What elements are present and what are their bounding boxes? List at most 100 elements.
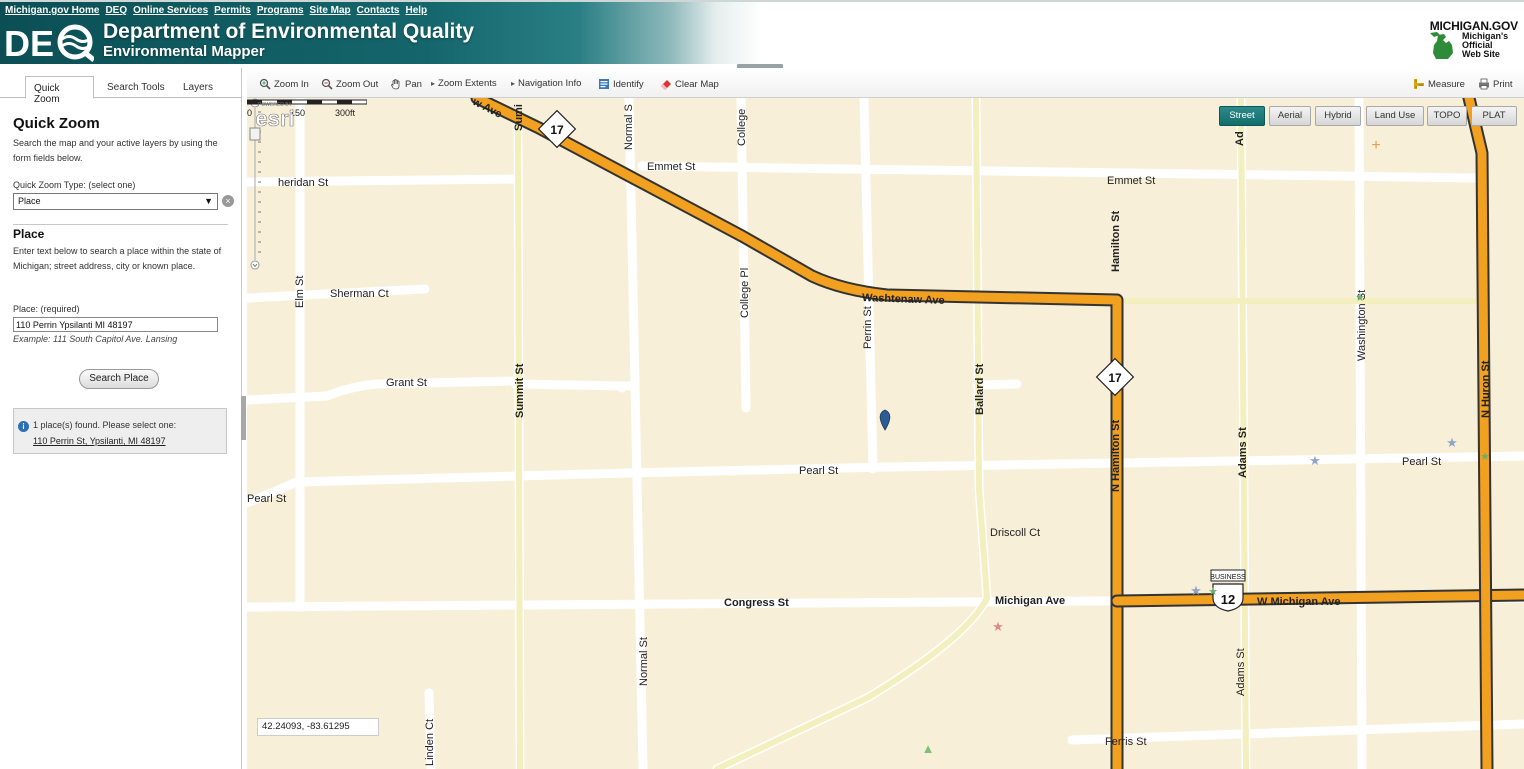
street-label: Linden Ct	[424, 719, 436, 766]
nav-permits[interactable]: Permits	[214, 5, 251, 16]
street-label: Emmet St	[647, 161, 695, 173]
place-example: Example: 111 South Capitol Ave. Lansing	[13, 334, 178, 344]
page-subtitle: Environmental Mapper	[103, 43, 265, 60]
nav-programs[interactable]: Programs	[257, 5, 304, 16]
star-green-icon: ★	[1480, 451, 1490, 463]
crosshair-icon: +	[1371, 137, 1380, 154]
michigan-gov-logo[interactable]: MICHIGAN.GOV Michigan's Official Web Sit…	[1426, 17, 1518, 63]
star-red-icon: ★	[992, 619, 1004, 634]
official-site-text: Michigan's Official Web Site	[1462, 31, 1509, 59]
map-toolbar: Zoom In Zoom Out Pan ▸ Zoom Extents ▸ Na…	[247, 68, 1524, 98]
arrow-right-icon: ▸	[431, 79, 436, 88]
street-label: Pearl St	[1402, 456, 1441, 468]
michigan-mitten-icon	[1430, 32, 1453, 59]
street-label: N Huron St	[1480, 360, 1492, 418]
quick-zoom-title: Quick Zoom	[13, 115, 100, 132]
street-label: Ad	[1234, 131, 1246, 146]
street-label: College Pl	[739, 268, 751, 318]
scale-label: 300ft	[335, 108, 356, 118]
quick-zoom-type-value: Place	[18, 196, 41, 206]
esri-attribution-logo[interactable]: POWERED BY esri	[247, 98, 303, 130]
svg-text:DE: DE	[4, 23, 54, 62]
location-pin-icon[interactable]	[879, 409, 891, 431]
svg-text:17: 17	[1108, 371, 1122, 385]
maptype-aerial-button[interactable]: Aerial	[1269, 106, 1311, 126]
maptype-land-use-button[interactable]: Land Use	[1366, 106, 1424, 126]
zoom-out-button[interactable]: Zoom Out	[321, 78, 378, 90]
clear-map-button[interactable]: Clear Map	[660, 78, 719, 90]
clear-icon[interactable]: ×	[222, 195, 234, 207]
street-label: Pearl St	[247, 493, 286, 505]
panel-tabs: Quick Zoom Search Tools Layers	[0, 74, 242, 105]
street-label: N Hamilton St	[1110, 420, 1122, 492]
street-label: W Michigan Ave	[1257, 596, 1341, 608]
street-label: Washtenaw Ave	[862, 292, 945, 307]
arrow-right-icon: ▸	[511, 79, 516, 88]
tab-quick-zoom[interactable]: Quick Zoom	[25, 76, 94, 105]
search-place-button[interactable]: Search Place	[79, 369, 159, 389]
star-blue-icon: ★	[1309, 453, 1321, 468]
pan-button[interactable]: Pan	[390, 78, 422, 90]
street-label: Ferris St	[1105, 736, 1147, 748]
top-nav: Michigan.gov Home DEQ Online Services Pe…	[5, 5, 427, 16]
maptype-plat-button[interactable]: PLAT	[1471, 106, 1517, 126]
street-label: Perrin St	[862, 306, 874, 349]
maptype-hybrid-button[interactable]: Hybrid	[1315, 106, 1361, 126]
maptype-topo-button[interactable]: TOPO	[1427, 106, 1467, 126]
identify-icon	[599, 79, 609, 89]
dropdown-arrow-icon: ▼	[204, 196, 213, 206]
map-view[interactable]: 17 17 BUSINESS 12 w Ave Sumi Normal S Co…	[247, 98, 1524, 769]
zoom-extents-button[interactable]: ▸ Zoom Extents	[431, 78, 497, 89]
printer-icon	[1479, 78, 1489, 90]
left-panel: Quick Zoom Search Tools Layers Quick Zoo…	[0, 68, 242, 769]
svg-text:17: 17	[550, 123, 564, 137]
maptype-street-button[interactable]: Street	[1219, 106, 1265, 126]
quick-zoom-type-select[interactable]: Place ▼	[13, 193, 218, 210]
street-label: Elm St	[294, 276, 306, 308]
nav-michigan-gov-home[interactable]: Michigan.gov Home	[5, 5, 99, 16]
nav-site-map[interactable]: Site Map	[310, 5, 351, 16]
place-label: Place: (required)	[13, 304, 80, 314]
street-label: Michigan Ave	[995, 595, 1065, 607]
esri-wordmark: esri	[255, 106, 294, 130]
nav-online-services[interactable]: Online Services	[133, 5, 208, 16]
street-map[interactable]: 17 17 BUSINESS 12 w Ave Sumi Normal S Co…	[247, 98, 1524, 769]
place-input[interactable]	[13, 317, 218, 332]
divider	[13, 224, 228, 225]
result-link[interactable]: 110 Perrin St, Ypsilanti, MI 48197	[33, 436, 166, 446]
coordinate-readout: 42.24093, -83.61295	[257, 718, 379, 736]
star-blue-icon: ★	[1446, 435, 1458, 450]
tab-layers[interactable]: Layers	[175, 76, 221, 99]
measure-button[interactable]: Measure	[1413, 78, 1465, 90]
site-header: Michigan.gov Home DEQ Online Services Pe…	[0, 0, 1524, 64]
minor-streets	[247, 98, 1524, 769]
nav-contacts[interactable]: Contacts	[357, 5, 400, 16]
street-label: College	[736, 109, 748, 146]
street-label: Sherman Ct	[330, 288, 389, 300]
svg-text:BUSINESS: BUSINESS	[1210, 574, 1246, 581]
deq-logo[interactable]: DE	[4, 22, 94, 62]
star-blue-icon: ★	[1190, 583, 1202, 598]
street-label: Congress St	[724, 597, 789, 609]
identify-button[interactable]: Identify	[598, 78, 644, 90]
zoom-out-icon	[321, 78, 333, 90]
panel-splitter[interactable]	[241, 396, 246, 440]
route-17-shield-b: 17	[1095, 357, 1135, 397]
street-label: heridan St	[278, 177, 328, 189]
street-label: Driscoll Ct	[990, 527, 1040, 539]
pan-hand-icon	[391, 79, 400, 90]
navigation-info-button[interactable]: ▸ Navigation Info	[511, 78, 581, 89]
svg-text:12: 12	[1221, 592, 1235, 607]
nav-deq[interactable]: DEQ	[105, 5, 127, 16]
tab-search-tools[interactable]: Search Tools	[99, 76, 173, 99]
street-label: Normal S	[623, 104, 635, 150]
zoom-in-icon	[259, 78, 271, 90]
zoom-in-button[interactable]: Zoom In	[259, 78, 309, 90]
street-label: Ballard St	[974, 363, 986, 415]
street-label: Summit St	[514, 363, 526, 418]
quick-zoom-type-label: Quick Zoom Type: (select one)	[13, 180, 136, 190]
street-label: Sumi	[513, 104, 525, 131]
print-button[interactable]: Print	[1478, 78, 1513, 90]
nav-help[interactable]: Help	[405, 5, 427, 16]
street-label: Adams St	[1235, 648, 1247, 696]
